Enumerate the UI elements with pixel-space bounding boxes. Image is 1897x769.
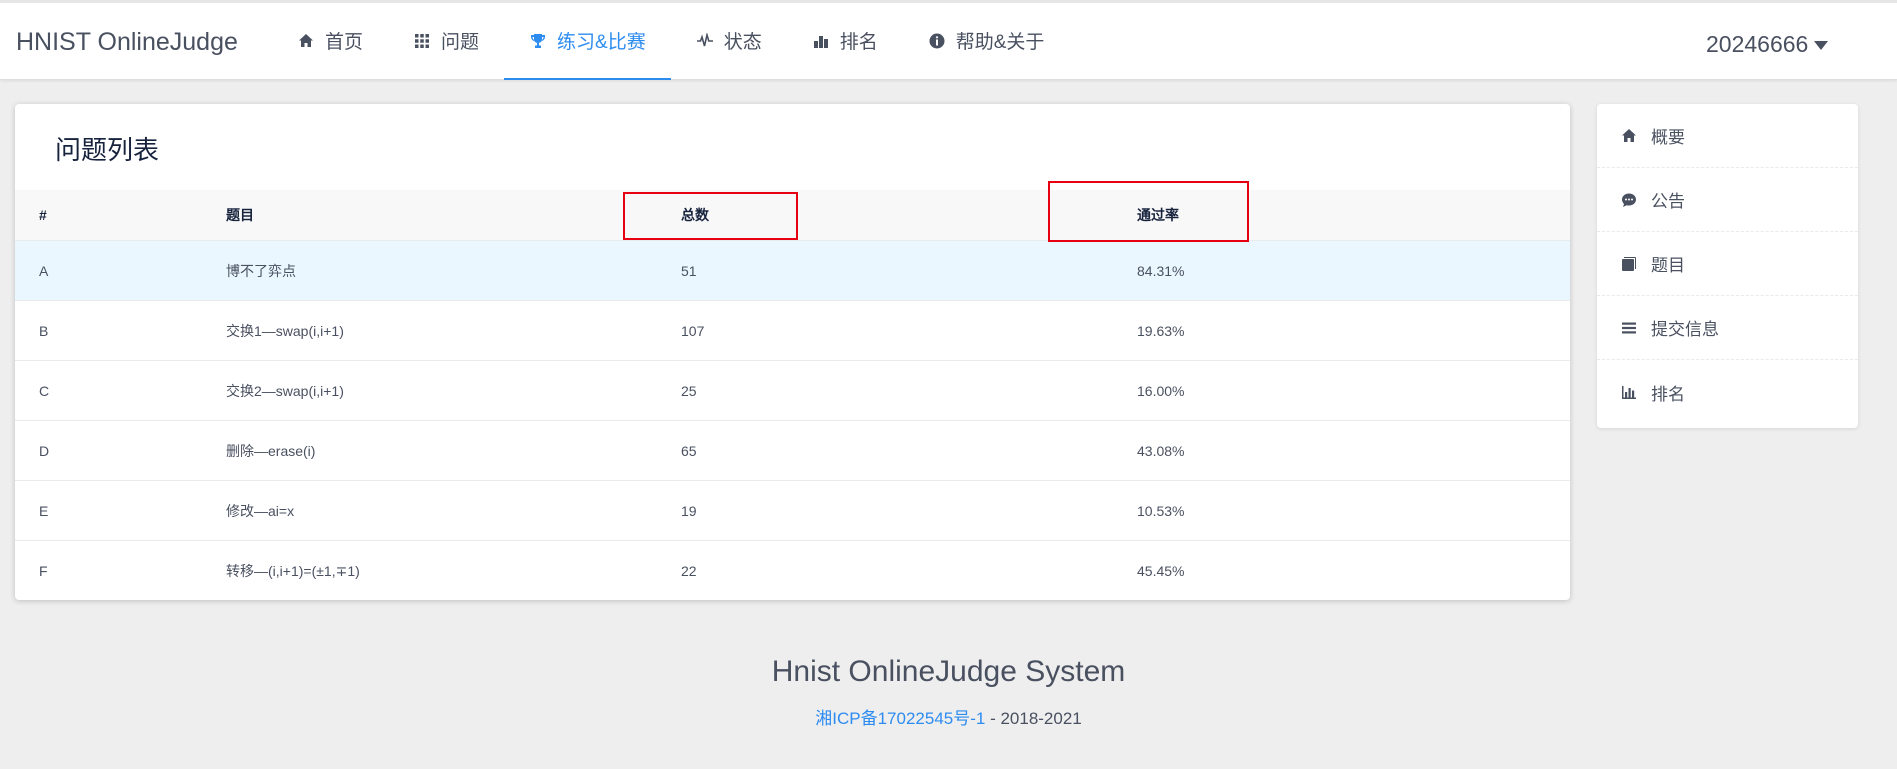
problem-total: 107: [681, 322, 705, 339]
problem-rate: 10.53%: [1137, 502, 1185, 519]
nav-item-label: 问题: [441, 32, 480, 53]
side-item-announcements[interactable]: 公告: [1597, 168, 1858, 232]
annotation-box-rate: [1048, 181, 1249, 242]
side-item-label: 提交信息: [1651, 320, 1719, 339]
problem-id: D: [39, 442, 50, 459]
problem-title[interactable]: 修改—ai=x: [226, 501, 294, 521]
top-navbar: HNIST OnlineJudge 首页 问题 练习&比赛 状态 排名 帮助&关…: [0, 0, 1897, 80]
side-item-rank[interactable]: 排名: [1597, 360, 1858, 424]
nav-item-status[interactable]: 状态: [671, 3, 787, 80]
problem-total: 19: [681, 502, 697, 519]
contest-side-menu: 概要 公告 题目 提交信息 排名: [1597, 104, 1858, 428]
problem-rate: 43.08%: [1137, 442, 1185, 459]
column-header-title[interactable]: 题目: [226, 205, 254, 225]
nav-item-contests[interactable]: 练习&比赛: [504, 3, 671, 80]
problem-rate: 16.00%: [1137, 382, 1185, 399]
footer-copyright: 湘ICP备17022545号-1 - 2018-2021: [0, 704, 1897, 729]
problem-id: C: [39, 382, 50, 399]
side-item-label: 公告: [1651, 192, 1685, 211]
problem-id: A: [39, 262, 49, 279]
problem-total: 51: [681, 262, 697, 279]
side-item-overview[interactable]: 概要: [1597, 104, 1858, 168]
main-nav: 首页 问题 练习&比赛 状态 排名 帮助&关于: [272, 3, 1069, 80]
side-item-label: 排名: [1651, 384, 1685, 404]
problem-rate: 84.31%: [1137, 262, 1185, 279]
grid-icon: [413, 32, 431, 50]
user-dropdown[interactable]: 20246666: [1706, 31, 1829, 58]
site-logo[interactable]: HNIST OnlineJudge: [16, 28, 238, 57]
book-icon: [1621, 256, 1637, 272]
home-icon: [1621, 128, 1637, 144]
nav-item-home[interactable]: 首页: [272, 3, 388, 80]
trophy-icon: [529, 32, 547, 50]
problem-title[interactable]: 交换1—swap(i,i+1): [226, 321, 344, 341]
bar-chart-icon: [812, 32, 830, 50]
table-row[interactable]: C 交换2—swap(i,i+1) 25 16.00%: [15, 361, 1570, 421]
problem-id: E: [39, 502, 49, 519]
footer-years: - 2018-2021: [985, 709, 1082, 728]
caret-down-icon: [1814, 41, 1829, 50]
problem-rate: 45.45%: [1137, 563, 1185, 579]
problem-title[interactable]: 转移—(i,i+1)=(±1,∓1): [226, 561, 360, 581]
table-row[interactable]: D 删除—erase(i) 65 43.08%: [15, 421, 1570, 481]
nav-item-rank[interactable]: 排名: [787, 3, 903, 80]
side-item-label: 题目: [1651, 256, 1685, 275]
side-item-submissions[interactable]: 提交信息: [1597, 296, 1858, 360]
nav-item-problems[interactable]: 问题: [388, 3, 504, 80]
bar-chart-icon: [1621, 384, 1637, 400]
nav-item-label: 帮助&关于: [955, 32, 1045, 53]
problem-total: 65: [681, 442, 697, 459]
page-title: 问题列表: [55, 135, 160, 165]
home-icon: [297, 32, 315, 50]
list-icon: [1621, 320, 1637, 336]
nav-item-label: 状态: [723, 32, 762, 53]
problem-rate: 19.63%: [1137, 322, 1185, 339]
icp-link[interactable]: 湘ICP备17022545号-1: [815, 709, 985, 728]
problem-list-panel: 问题列表 # 题目 总数 通过率 A 博不了弈点 51 84.31% B 交换1…: [15, 104, 1570, 600]
table-row[interactable]: A 博不了弈点 51 84.31%: [15, 241, 1570, 301]
problem-total: 22: [681, 563, 697, 579]
problem-title[interactable]: 交换2—swap(i,i+1): [226, 381, 344, 401]
table-row[interactable]: E 修改—ai=x 19 10.53%: [15, 481, 1570, 541]
table-row[interactable]: F 转移—(i,i+1)=(±1,∓1) 22 45.45%: [15, 541, 1570, 600]
side-item-label: 概要: [1651, 128, 1685, 147]
problem-total: 25: [681, 382, 697, 399]
column-header-id[interactable]: #: [39, 207, 47, 223]
annotation-box-total: [623, 192, 798, 240]
chat-bubble-icon: [1621, 192, 1637, 208]
footer-title: Hnist OnlineJudge System: [771, 655, 1126, 688]
pulse-icon: [696, 32, 714, 50]
problem-table: # 题目 总数 通过率 A 博不了弈点 51 84.31% B 交换1—swap…: [15, 190, 1570, 600]
nav-item-label: 排名: [839, 32, 878, 53]
info-icon: [928, 32, 946, 50]
username: 20246666: [1706, 31, 1809, 57]
nav-item-label: 首页: [325, 32, 364, 53]
problem-title[interactable]: 博不了弈点: [226, 261, 296, 281]
nav-item-about[interactable]: 帮助&关于: [903, 3, 1070, 80]
nav-item-label: 练习&比赛: [557, 32, 646, 53]
problem-id: B: [39, 322, 49, 339]
side-item-problems[interactable]: 题目: [1597, 232, 1858, 296]
problem-id: F: [39, 563, 48, 579]
table-row[interactable]: B 交换1—swap(i,i+1) 107 19.63%: [15, 301, 1570, 361]
problem-title[interactable]: 删除—erase(i): [226, 441, 315, 461]
